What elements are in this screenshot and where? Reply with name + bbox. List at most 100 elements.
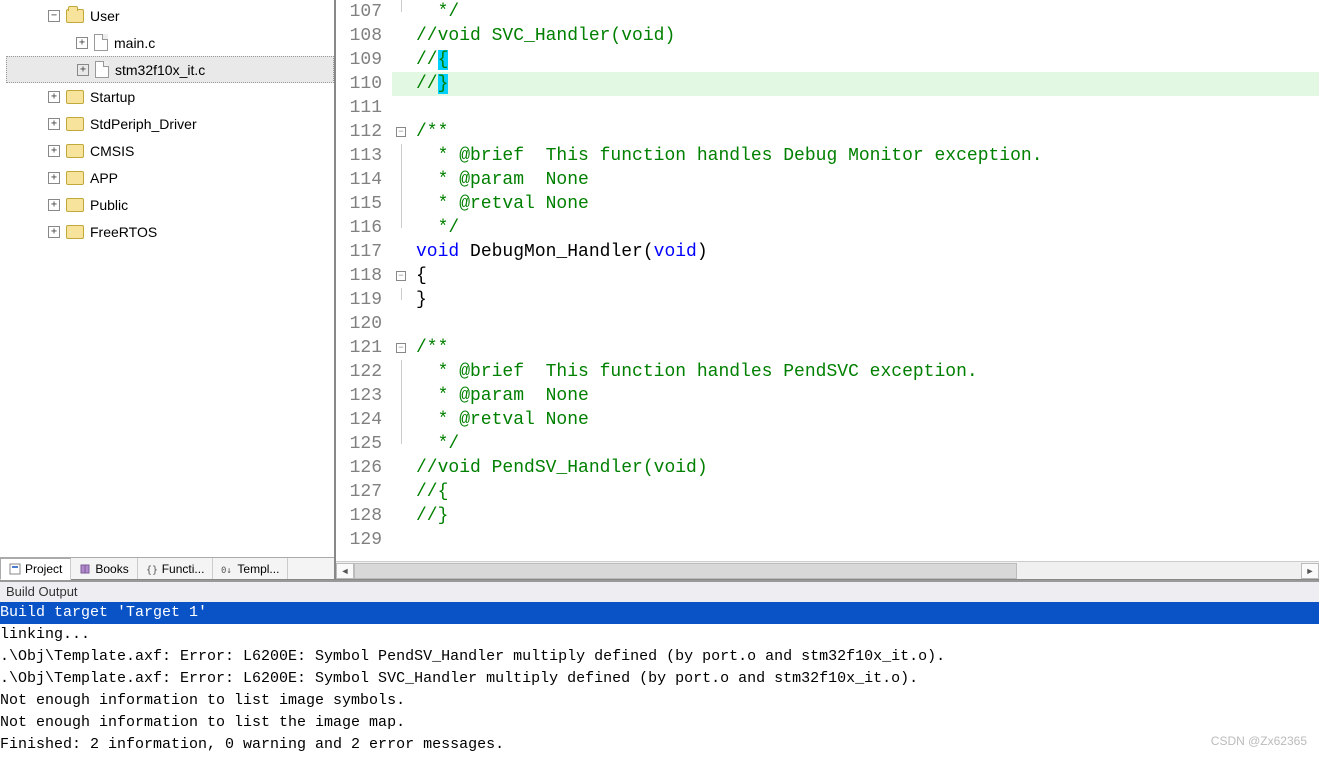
code-line[interactable]: 129 <box>336 528 1319 552</box>
scroll-track[interactable] <box>354 563 1301 579</box>
expand-icon[interactable]: + <box>48 91 60 103</box>
code-line[interactable]: 126//void PendSV_Handler(void) <box>336 456 1319 480</box>
fold-gutter[interactable] <box>392 456 410 480</box>
build-output-line[interactable]: Not enough information to list the image… <box>0 712 1319 734</box>
fold-collapse-icon[interactable]: − <box>396 343 406 353</box>
line-number: 120 <box>336 312 392 336</box>
fold-gutter[interactable] <box>392 192 410 216</box>
tree-file[interactable]: +main.c <box>6 29 334 56</box>
code-line[interactable]: 111 <box>336 96 1319 120</box>
code-line[interactable]: 108//void SVC_Handler(void) <box>336 24 1319 48</box>
build-output-line[interactable]: .\Obj\Template.axf: Error: L6200E: Symbo… <box>0 668 1319 690</box>
build-output-line[interactable]: linking... <box>0 624 1319 646</box>
build-output-line[interactable]: Not enough information to list image sym… <box>0 690 1319 712</box>
expand-icon[interactable]: + <box>48 226 60 238</box>
fold-gutter[interactable] <box>392 96 410 120</box>
scroll-right-icon[interactable]: ► <box>1301 563 1319 579</box>
code-line[interactable]: 122 * @brief This function handles PendS… <box>336 360 1319 384</box>
fold-gutter[interactable] <box>392 72 410 96</box>
code-text: void DebugMon_Handler(void) <box>410 240 1319 264</box>
code-text: } <box>410 288 1319 312</box>
sidebar-tab[interactable]: Books <box>71 558 137 579</box>
code-line[interactable]: 119} <box>336 288 1319 312</box>
folder-icon <box>66 144 84 158</box>
fold-gutter[interactable] <box>392 168 410 192</box>
folder-icon <box>66 90 84 104</box>
code-line[interactable]: 123 * @param None <box>336 384 1319 408</box>
horizontal-scrollbar[interactable]: ◄ ► <box>336 561 1319 579</box>
expand-icon[interactable]: + <box>76 37 88 49</box>
code-text <box>410 528 1319 552</box>
expand-icon[interactable]: + <box>48 145 60 157</box>
fold-gutter[interactable] <box>392 216 410 240</box>
code-line[interactable]: 118−{ <box>336 264 1319 288</box>
tree-folder[interactable]: +APP <box>6 164 334 191</box>
code-line[interactable]: 116 */ <box>336 216 1319 240</box>
code-line[interactable]: 124 * @retval None <box>336 408 1319 432</box>
build-output-line[interactable]: Build target 'Target 1' <box>0 602 1319 624</box>
line-number: 108 <box>336 24 392 48</box>
fold-gutter[interactable]: − <box>392 120 410 144</box>
code-line[interactable]: 110//} <box>336 72 1319 96</box>
code-line[interactable]: 113 * @brief This function handles Debug… <box>336 144 1319 168</box>
fold-collapse-icon[interactable]: − <box>396 271 406 281</box>
tree-folder[interactable]: +StdPeriph_Driver <box>6 110 334 137</box>
fold-gutter[interactable] <box>392 408 410 432</box>
code-line[interactable]: 125 */ <box>336 432 1319 456</box>
code-line[interactable]: 127//{ <box>336 480 1319 504</box>
fold-gutter[interactable] <box>392 384 410 408</box>
code-line[interactable]: 120 <box>336 312 1319 336</box>
watermark: CSDN @Zx62365 <box>1211 734 1307 748</box>
code-line[interactable]: 114 * @param None <box>336 168 1319 192</box>
code-line[interactable]: 107 */ <box>336 0 1319 24</box>
fold-gutter[interactable]: − <box>392 264 410 288</box>
sidebar-tab[interactable]: 0↓Templ... <box>213 558 288 579</box>
fold-gutter[interactable] <box>392 48 410 72</box>
sidebar-tab[interactable]: {}Functi... <box>138 558 214 579</box>
code-text: * @retval None <box>410 192 1319 216</box>
fold-gutter[interactable] <box>392 504 410 528</box>
expand-icon[interactable]: + <box>48 118 60 130</box>
file-icon <box>95 61 109 78</box>
tree-label: CMSIS <box>90 143 134 159</box>
fold-gutter[interactable] <box>392 288 410 312</box>
fold-gutter[interactable] <box>392 24 410 48</box>
fold-gutter[interactable] <box>392 528 410 552</box>
code-line[interactable]: 117void DebugMon_Handler(void) <box>336 240 1319 264</box>
code-line[interactable]: 109//{ <box>336 48 1319 72</box>
fold-gutter[interactable] <box>392 312 410 336</box>
tree-folder[interactable]: +Startup <box>6 83 334 110</box>
collapse-icon[interactable]: − <box>48 10 60 22</box>
fold-collapse-icon[interactable]: − <box>396 127 406 137</box>
fold-gutter[interactable] <box>392 240 410 264</box>
project-tree[interactable]: − User +main.c+stm32f10x_it.c +Startup+S… <box>0 0 334 557</box>
code-line[interactable]: 121−/** <box>336 336 1319 360</box>
build-output-line[interactable]: .\Obj\Template.axf: Error: L6200E: Symbo… <box>0 646 1319 668</box>
fold-gutter[interactable] <box>392 360 410 384</box>
expand-icon[interactable]: + <box>77 64 89 76</box>
tree-folder[interactable]: + CMSIS <box>6 137 334 164</box>
line-number: 116 <box>336 216 392 240</box>
build-output-body[interactable]: Build target 'Target 1'linking....\Obj\T… <box>0 602 1319 766</box>
scroll-thumb[interactable] <box>354 563 1017 579</box>
line-number: 128 <box>336 504 392 528</box>
expand-icon[interactable]: + <box>48 172 60 184</box>
fold-gutter[interactable] <box>392 432 410 456</box>
sidebar-tab[interactable]: Project <box>0 558 71 580</box>
code-line[interactable]: 112−/** <box>336 120 1319 144</box>
fold-gutter[interactable]: − <box>392 336 410 360</box>
code-line[interactable]: 128//} <box>336 504 1319 528</box>
code-area[interactable]: 107 */108//void SVC_Handler(void)109//{1… <box>336 0 1319 561</box>
fold-gutter[interactable] <box>392 480 410 504</box>
build-output-line[interactable]: Finished: 2 information, 0 warning and 2… <box>0 734 1319 756</box>
tree-file[interactable]: +stm32f10x_it.c <box>6 56 334 83</box>
code-line[interactable]: 115 * @retval None <box>336 192 1319 216</box>
tree-folder[interactable]: +Public <box>6 191 334 218</box>
scroll-left-icon[interactable]: ◄ <box>336 563 354 579</box>
tree-folder[interactable]: +FreeRTOS <box>6 218 334 245</box>
tree-folder-user[interactable]: − User <box>6 2 334 29</box>
fold-gutter[interactable] <box>392 0 410 24</box>
fold-gutter[interactable] <box>392 144 410 168</box>
folder-icon <box>66 117 84 131</box>
expand-icon[interactable]: + <box>48 199 60 211</box>
